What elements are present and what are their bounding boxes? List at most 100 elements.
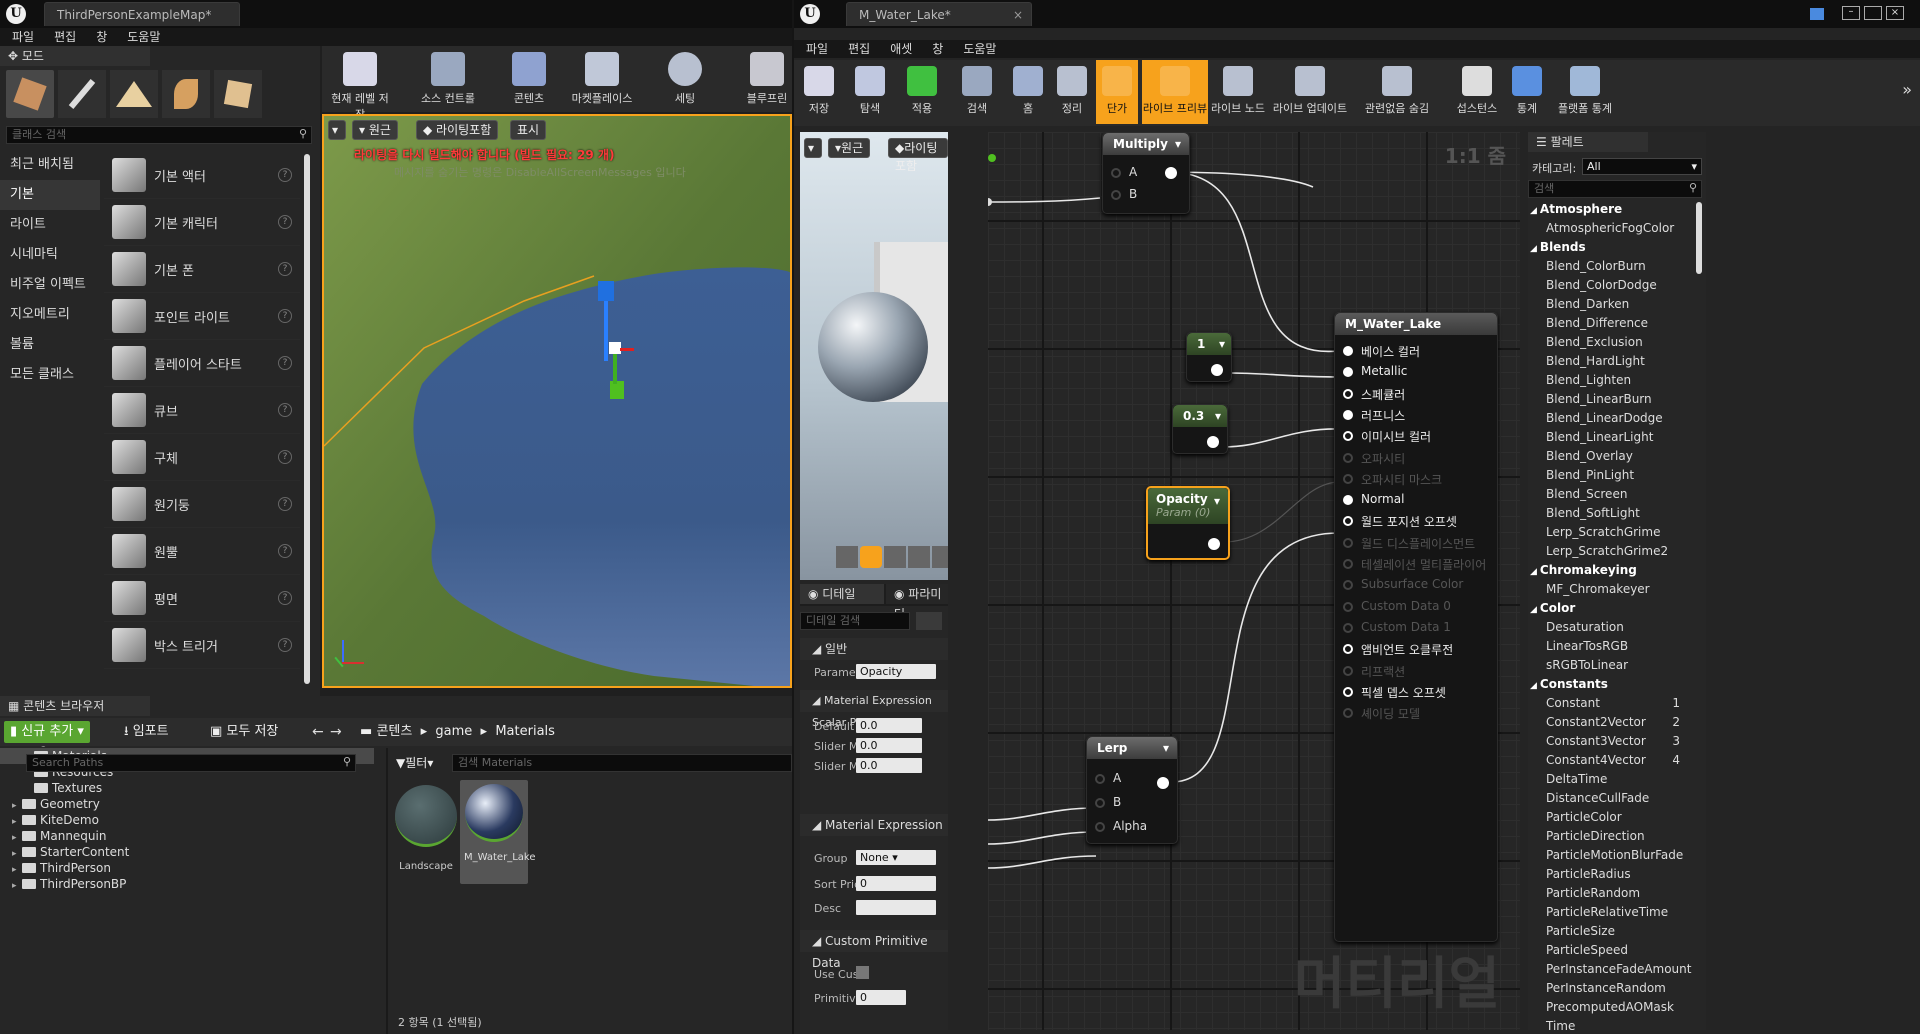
group-dropdown[interactable]: None ▾ [856,850,936,865]
toolbar-button-7[interactable]: 라이브 프리뷰 [1142,60,1208,124]
menu-item-0[interactable]: 파일 [806,40,828,58]
help-icon[interactable]: ? [278,450,292,464]
palette-item-11[interactable]: Blend_LinearDodge [1530,409,1694,428]
palette-item-3[interactable]: Blend_ColorBurn [1530,257,1694,276]
palette-category-25[interactable]: ◢ Constants [1530,675,1694,694]
lerp-node[interactable]: Lerp ▾ A B Alpha [1086,736,1178,844]
palette-item-12[interactable]: Blend_LinearLight [1530,428,1694,447]
toolbar-button-9[interactable]: 라이브 업데이트 [1270,60,1350,124]
palette-category-0[interactable]: ◢ Atmosphere [1530,200,1694,219]
palette-item-43[interactable]: Time [1530,1017,1694,1030]
toolbar-button-2[interactable]: 적용 [900,60,944,124]
lerp-pin-b[interactable]: B [1095,795,1121,809]
viewport-options-button[interactable]: ▾ [328,120,346,140]
landscape-mode-icon[interactable] [110,70,158,118]
placeable-scrollbar[interactable] [304,154,310,684]
palette-item-33[interactable]: ParticleDirection [1530,827,1694,846]
placeable-8[interactable]: 원뿔? [104,528,300,575]
toolbar-button-8[interactable]: 라이브 노드 [1210,60,1266,124]
breadcrumb-content[interactable]: 콘텐츠 [376,724,412,739]
marketplace-button[interactable]: 마켓플레이스 [562,46,642,110]
palette-item-20[interactable]: MF_Chromakeyer [1530,580,1694,599]
material-graph[interactable]: 1:1 줌 머티리얼 Multiply ▾ A B 1 ▾ 0.3 ▾ Opacity… [988,132,1520,1030]
palette-category-2[interactable]: ◢ Blends [1530,238,1694,257]
section-expression[interactable]: ◢ Material Expression [800,814,948,836]
result-pin-7[interactable]: Normal [1343,492,1404,506]
mesh-shape-icon[interactable] [932,546,948,568]
palette-item-5[interactable]: Blend_Darken [1530,295,1694,314]
placeable-6[interactable]: 구체? [104,434,300,481]
section-general[interactable]: ◢ 일반 [800,638,948,660]
constant-1-node[interactable]: 1 ▾ [1186,332,1232,382]
minimize-button[interactable]: – [1842,6,1860,20]
more-tools-icon[interactable]: » [1902,80,1912,99]
palette-item-22[interactable]: Desaturation [1530,618,1694,637]
cube-shape-icon[interactable] [908,546,930,568]
folder-8[interactable]: ▸ StarterContent [0,844,374,860]
history-back-icon[interactable]: ← [312,721,324,743]
placeable-5[interactable]: 큐브? [104,387,300,434]
help-icon[interactable]: ? [278,309,292,323]
show-button[interactable]: 표시 [510,120,547,140]
palette-item-13[interactable]: Blend_Overlay [1530,447,1694,466]
menu-item-4[interactable]: 도움말 [963,40,996,58]
palette-item-14[interactable]: Blend_PinLight [1530,466,1694,485]
palette-category-19[interactable]: ◢ Chromakeying [1530,561,1694,580]
toolbar-button-12[interactable]: 통계 [1506,60,1548,124]
foliage-mode-icon[interactable] [162,70,210,118]
placeable-2[interactable]: 기본 폰? [104,246,300,293]
constant-03-node[interactable]: 0.3 ▾ [1172,404,1228,454]
modes-tab[interactable]: ✥ 모드 [0,46,150,66]
result-pin-14[interactable]: 앰비언트 오클루전 [1343,641,1453,658]
lerp-pin-a[interactable]: A [1095,771,1121,785]
expand-arrow-icon[interactable]: ▸ [12,878,22,894]
multiply-pin-a[interactable]: A [1111,165,1137,179]
palette-category-21[interactable]: ◢ Color [1530,599,1694,618]
palette-item-10[interactable]: Blend_LinearBurn [1530,390,1694,409]
result-pin-0[interactable]: 베이스 컬러 [1343,343,1420,360]
geometry-mode-icon[interactable] [214,70,262,118]
placeable-0[interactable]: 기본 액터? [104,152,300,199]
toolbar-button-0[interactable]: 저장 [798,60,840,124]
menu-item-1[interactable]: 편집 [848,40,870,58]
sphere-shape-icon[interactable] [860,546,882,568]
result-pin-1[interactable]: Metallic [1343,364,1407,378]
category-5[interactable]: 지오메트리 [0,300,100,330]
folder-5[interactable]: ▸ Geometry [0,796,374,812]
paint-mode-icon[interactable] [58,70,106,118]
palette-item-38[interactable]: ParticleSize [1530,922,1694,941]
class-search-input[interactable]: 클래스 검색 ⚲ [6,126,312,144]
multiply-output-pin[interactable] [1165,167,1177,179]
content-button[interactable]: 콘텐츠 [506,46,552,110]
palette-item-18[interactable]: Lerp_ScratchGrime2 [1530,542,1694,561]
section-custom-primitive[interactable]: ◢ Custom Primitive Data [800,930,948,970]
history-forward-icon[interactable]: → [330,721,342,743]
result-pin-5[interactable]: 오파시티 [1343,450,1405,467]
palette-item-28[interactable]: Constant3Vector 3 [1530,732,1694,751]
use-custom-checkbox[interactable] [856,966,869,979]
help-icon[interactable]: ? [278,638,292,652]
perspective-button[interactable]: ▾ 원근 [352,120,398,140]
menu-item-3[interactable]: 도움말 [127,28,160,46]
place-mode-icon[interactable] [6,70,54,118]
add-new-button[interactable]: ▮ 신규 추가 ▾ [4,721,90,743]
palette-item-16[interactable]: Blend_SoftLight [1530,504,1694,523]
sort-priority-field[interactable]: 0 [856,876,936,891]
toolbar-button-6[interactable]: 단가 [1096,60,1138,124]
source-control-button[interactable]: 소스 컨트롤 [412,46,484,110]
filter-button[interactable]: ▼필터▾ [396,754,433,771]
primitive-index-field[interactable]: 0 [856,990,906,1005]
blueprint-button[interactable]: 블루프린 [742,46,792,110]
palette-item-35[interactable]: ParticleRadius [1530,865,1694,884]
result-pin-15[interactable]: 리프랙션 [1343,663,1405,680]
breadcrumb-materials[interactable]: Materials [495,724,555,739]
material-tab[interactable]: M_Water_Lake* × [846,2,1032,26]
palette-item-9[interactable]: Blend_Lighten [1530,371,1694,390]
palette-search-input[interactable]: 검색 ⚲ [1528,180,1702,198]
palette-item-30[interactable]: DeltaTime [1530,770,1694,789]
palette-item-17[interactable]: Lerp_ScratchGrime [1530,523,1694,542]
result-pin-4[interactable]: 이미시브 컬러 [1343,428,1431,445]
cylinder-shape-icon[interactable] [836,546,858,568]
folder-9[interactable]: ▸ ThirdPerson [0,860,374,876]
palette-item-31[interactable]: DistanceCullFade [1530,789,1694,808]
